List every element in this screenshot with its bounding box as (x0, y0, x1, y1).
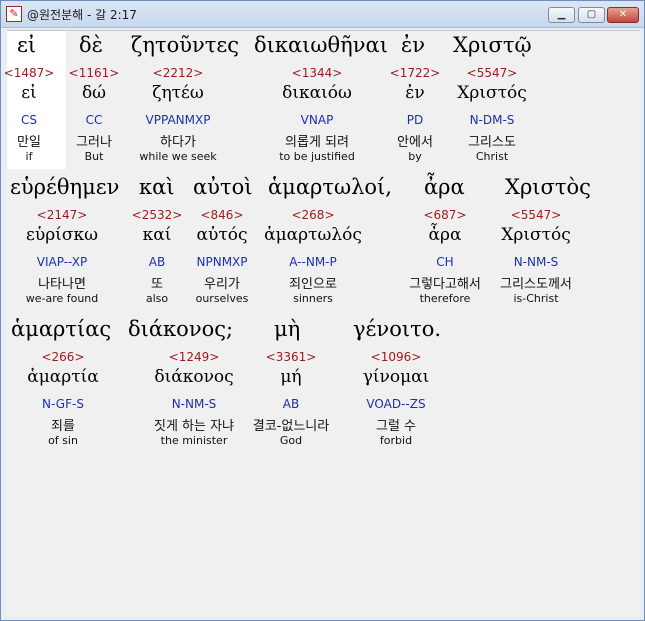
word-parse: VOAD--ZS (366, 397, 426, 411)
word-kor: 죄를 (51, 419, 75, 434)
word-parse: N-DM-S (469, 113, 515, 127)
word-eng: ourselves (195, 292, 249, 305)
word-kor: 죄인으로 (289, 277, 337, 292)
word-lemma: δικαιόω (282, 83, 352, 103)
word-lemma: δώ (81, 83, 107, 103)
window-title: @원전분해 - 갈 2:17 (27, 8, 137, 22)
word-analysis-cell[interactable]: <1096> γίνομαι VOAD--ZS 그럴 수 forbid (346, 315, 446, 453)
app-window: ✎ @원전분해 - 갈 2:17 ▁ ▢ ✕ εἰ δὲ ζητοῦντες δικα… (0, 0, 645, 621)
word-strong: <268> (291, 208, 335, 222)
close-button[interactable]: ✕ (607, 7, 639, 23)
word-parse: N-NM-S (513, 255, 559, 269)
word-eng: while we seek (139, 150, 217, 163)
word-parse: AB (282, 397, 300, 411)
word-analysis-cell[interactable]: <1161> δώ CC 그러나 But (64, 31, 124, 169)
word-eng: But (84, 150, 104, 163)
word-kor: 만일 (17, 135, 41, 150)
word-analysis-cell[interactable]: <3361> μή AB 결코-없느니라 God (236, 315, 346, 453)
word-parse: NPNMXP (196, 255, 248, 269)
word-kor: 우리가 (204, 277, 240, 292)
word-kor: 그리스도 (468, 135, 516, 150)
word-strong: <3361> (265, 350, 317, 364)
word-strong: <1096> (370, 350, 422, 364)
word-eng: sinners (293, 292, 333, 305)
maximize-button[interactable]: ▢ (578, 7, 605, 23)
word-analysis-cell[interactable]: <846> αὐτός NPNMXP 우리가 ourselves (182, 173, 262, 311)
word-eng: is-Christ (513, 292, 559, 305)
word-strong: <1487> (3, 66, 55, 80)
word-parse: VNAP (300, 113, 334, 127)
word-lemma: εὑρίσκω (26, 225, 98, 245)
word-analysis-cell[interactable]: <268> ἁμαρτωλός A--NM-P 죄인으로 sinners (253, 173, 373, 311)
word-kor: 그러나 (76, 135, 112, 150)
word-analysis-cell[interactable]: <266> ἁμαρτία N-GF-S 죄를 of sin (8, 315, 118, 453)
word-strong: <846> (200, 208, 244, 222)
word-kor: 그럴 수 (375, 419, 416, 434)
word-parse: CS (21, 113, 37, 127)
word-kor: 그리스도께서 (500, 277, 572, 292)
word-eng: of sin (48, 434, 78, 447)
word-kor: 결코-없느니라 (252, 419, 330, 434)
edit-icon[interactable]: ✎ (6, 6, 22, 22)
word-parse: A--NM-P (289, 255, 337, 269)
word-analysis-cell[interactable]: <5547> Χριστός N-NM-S 그리스도께서 is-Christ (471, 173, 601, 311)
interlinear-panel: εἰ δὲ ζητοῦντες δικαιωθῆναι ἐν Χριστῷ <1487> εἰ… (4, 30, 640, 617)
word-lemma: ἁμαρτωλός (264, 225, 362, 245)
word-strong: <2147> (36, 208, 88, 222)
word-lemma: Χριστός (501, 225, 571, 245)
word-strong: <5547> (510, 208, 562, 222)
word-eng: we-are found (25, 292, 99, 305)
word-strong: <1161> (68, 66, 120, 80)
word-eng: God (279, 434, 303, 447)
word-strong: <5547> (466, 66, 518, 80)
word-eng: forbid (379, 434, 413, 447)
word-analysis-cell[interactable]: <1487> εἰ CS 만일 if (0, 31, 59, 169)
word-strong: <266> (41, 350, 85, 364)
word-parse: N-GF-S (42, 397, 84, 411)
word-analysis-cell[interactable]: <2147> εὑρίσκω VIAP--XP 나타나면 we-are found (7, 173, 117, 311)
word-analysis-cell[interactable]: <1344> δικαιόω VNAP 의롭게 되려 to be justified (247, 31, 387, 169)
word-lemma: εἰ (21, 83, 37, 103)
word-parse: VPPANMXP (145, 113, 211, 127)
title-bar[interactable]: ✎ @원전분해 - 갈 2:17 ▁ ▢ ✕ (1, 1, 644, 28)
word-lemma: Χριστός (457, 83, 527, 103)
word-parse: CC (85, 113, 103, 127)
minimize-button[interactable]: ▁ (548, 7, 575, 23)
word-kor: 하다가 (160, 135, 196, 150)
word-eng: to be justified (279, 150, 355, 163)
word-lemma: μή (280, 367, 302, 387)
word-strong: <1344> (291, 66, 343, 80)
word-lemma: γίνομαι (362, 367, 430, 387)
word-lemma: αὐτός (196, 225, 248, 245)
word-kor: 의롭게 되려 (285, 135, 349, 150)
word-parse: VIAP--XP (36, 255, 88, 269)
word-lemma: ζητέω (152, 83, 204, 103)
word-strong: <2212> (152, 66, 204, 80)
word-analysis-cell[interactable]: <5547> Χριστός N-DM-S 그리스도 Christ (437, 31, 547, 169)
word-eng: if (25, 150, 33, 163)
word-lemma: ἁμαρτία (27, 367, 99, 387)
word-kor: 나타나면 (38, 277, 86, 292)
word-eng: Christ (475, 150, 509, 163)
word-analysis-cell[interactable]: <2212> ζητέω VPPANMXP 하다가 while we seek (118, 31, 238, 169)
